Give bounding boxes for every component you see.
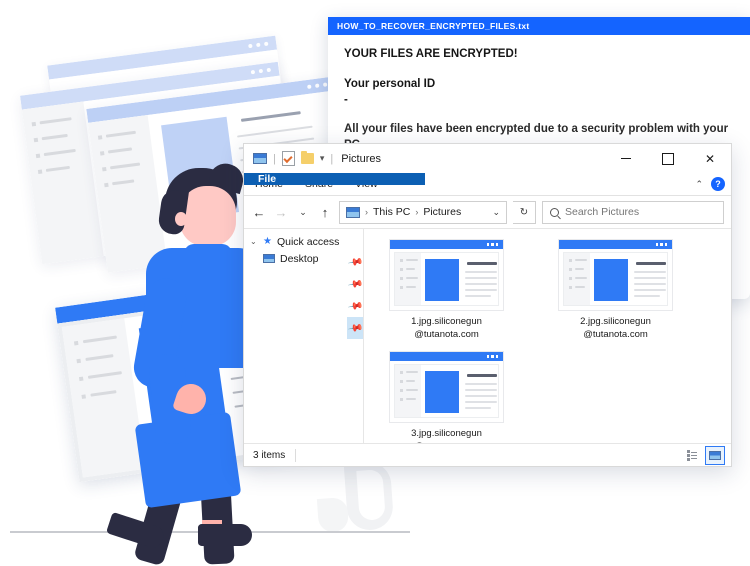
quick-access-toolbar[interactable]: | ▾ |: [244, 151, 333, 166]
refresh-icon[interactable]: ↻: [513, 200, 536, 224]
pin-row-3[interactable]: 📌: [347, 295, 364, 317]
personal-id-label: Your personal ID: [344, 77, 436, 90]
large-icons-view-button[interactable]: [705, 446, 725, 465]
back-icon[interactable]: ←: [251, 205, 267, 220]
pin-icon[interactable]: 📌: [347, 320, 364, 336]
breadcrumb-dropdown-icon[interactable]: ⌄: [492, 207, 500, 218]
ear: [175, 212, 187, 226]
breadcrumb-this-pc[interactable]: This PC: [373, 206, 410, 218]
file-thumbnail: [558, 239, 673, 311]
properties-icon[interactable]: [281, 151, 295, 166]
breadcrumb-pictures[interactable]: Pictures: [423, 206, 461, 218]
file-thumbnail: [389, 351, 504, 423]
ribbon-collapse-icon[interactable]: ⌃: [695, 179, 703, 190]
file-name-line-2: @tutanota.com: [414, 328, 479, 340]
leg-left: [133, 465, 189, 566]
file-explorer-window: | ▾ | Pictures ✕ File Home Share View ⌃ …: [243, 143, 732, 467]
breadcrumb-separator-1: ›: [365, 207, 368, 217]
up-icon[interactable]: ↑: [317, 205, 333, 220]
search-input[interactable]: Search Pictures: [542, 200, 724, 224]
pin-icon[interactable]: 📌: [347, 276, 364, 292]
window-title: Pictures: [341, 152, 381, 165]
details-view-button[interactable]: [683, 447, 701, 464]
status-bar: 3 items: [244, 443, 731, 466]
expander-icon[interactable]: ⌄: [250, 237, 258, 246]
ransom-note-filename: HOW_TO_RECOVER_ENCRYPTED_FILES.txt: [337, 21, 530, 31]
file-name-line-1: 2.jpg.siliconegun: [580, 316, 651, 327]
sidebar-label-desktop: Desktop: [280, 252, 319, 265]
breadcrumb[interactable]: › This PC › Pictures ⌄: [339, 200, 507, 224]
search-placeholder: Search Pictures: [565, 206, 640, 218]
list-item[interactable]: 1.jpg.siliconegun @tutanota.com: [370, 239, 523, 342]
tab-file[interactable]: File: [244, 173, 425, 185]
pin-column[interactable]: 📌 📌 📌 📌: [347, 251, 363, 339]
list-item[interactable]: 3.jpg.siliconegun @tutanota.com: [370, 351, 523, 454]
sidebar-item-desktop[interactable]: Desktop: [244, 250, 363, 267]
toolbar-divider: |: [273, 152, 276, 165]
pin-icon[interactable]: 📌: [347, 254, 364, 270]
recent-locations-icon[interactable]: ⌄: [295, 207, 311, 218]
navigation-pane[interactable]: ⌄ ★ Quick access Desktop 📌 📌 📌 📌: [244, 229, 364, 443]
folder-icon[interactable]: [300, 151, 314, 164]
details-view-icon: [686, 450, 698, 461]
large-icons-view-icon: [709, 451, 721, 460]
chevron-down-icon[interactable]: ▾: [320, 153, 325, 164]
window-controls[interactable]: ✕: [605, 144, 731, 173]
ribbon-tab-bar[interactable]: File Home Share View ⌃ ?: [244, 173, 731, 196]
minimize-button[interactable]: [605, 144, 647, 173]
help-icon[interactable]: ?: [711, 177, 725, 191]
shoe-right: [198, 524, 252, 546]
list-item[interactable]: 2.jpg.siliconegun @tutanota.com: [539, 239, 692, 342]
file-name-line-1: 3.jpg.siliconegun: [411, 428, 482, 439]
breadcrumb-root-icon[interactable]: [346, 206, 360, 218]
ransom-note-heading: YOUR FILES ARE ENCRYPTED!: [344, 48, 518, 60]
explorer-title-bar[interactable]: | ▾ | Pictures ✕: [244, 144, 731, 173]
pin-row-1[interactable]: 📌: [347, 251, 364, 273]
watermark-logo: [316, 460, 418, 534]
pictures-icon[interactable]: [253, 153, 267, 164]
pin-row-2[interactable]: 📌: [347, 273, 364, 295]
status-divider: [295, 448, 297, 462]
ransom-note-title-bar: HOW_TO_RECOVER_ENCRYPTED_FILES.txt: [328, 17, 750, 35]
file-list-view[interactable]: 1.jpg.siliconegun @tutanota.com 2.jpg.si…: [364, 229, 731, 452]
desktop-icon: [263, 254, 275, 263]
file-thumbnail: [389, 239, 504, 311]
pin-row-4-selected[interactable]: 📌: [347, 317, 363, 339]
toolbar-divider-2: |: [330, 152, 334, 165]
forward-icon[interactable]: →: [273, 205, 289, 220]
view-mode-buttons[interactable]: [683, 446, 725, 465]
personal-id-value: -: [344, 94, 348, 107]
ransom-note-body: YOUR FILES ARE ENCRYPTED! Your personal …: [328, 35, 750, 153]
explorer-content: ⌄ ★ Quick access Desktop 📌 📌 📌 📌 1.jpg.s…: [244, 228, 731, 452]
star-icon: ★: [263, 236, 272, 247]
screenshot-canvas: HOW_TO_RECOVER_ENCRYPTED_FILES.txt YOUR …: [0, 0, 750, 566]
search-icon: [550, 207, 559, 217]
pin-icon[interactable]: 📌: [347, 298, 364, 314]
sidebar-label-quick-access: Quick access: [276, 235, 340, 248]
breadcrumb-separator-2: ›: [415, 207, 419, 217]
item-count: 3 items: [253, 449, 286, 461]
file-name-line-2: @tutanota.com: [583, 328, 648, 340]
navigation-bar[interactable]: ← → ⌄ ↑ › This PC › Pictures ⌄ ↻ Search …: [244, 196, 731, 228]
maximize-button[interactable]: [647, 144, 689, 173]
sidebar-item-quick-access[interactable]: ⌄ ★ Quick access: [244, 233, 363, 250]
file-name-line-1: 1.jpg.siliconegun: [411, 316, 482, 327]
close-icon[interactable]: ✕: [689, 144, 731, 173]
